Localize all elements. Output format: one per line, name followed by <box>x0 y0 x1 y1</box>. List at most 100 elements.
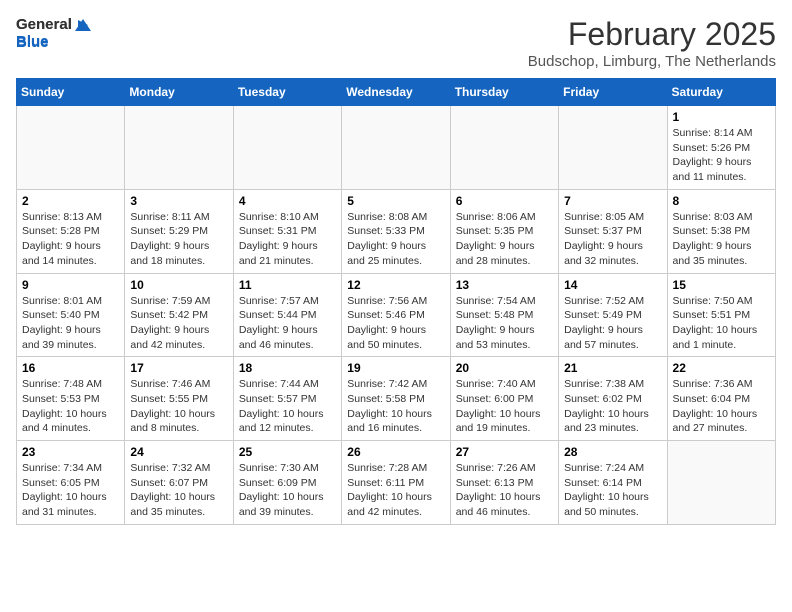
logo-blue: Blue <box>16 33 91 50</box>
calendar-day-cell <box>233 106 341 190</box>
calendar-day-cell: 4 Sunrise: 8:10 AM Sunset: 5:31 PM Daylig… <box>233 189 341 273</box>
calendar-day-cell <box>125 106 233 190</box>
calendar-day-cell <box>559 106 667 190</box>
calendar-table: SundayMondayTuesdayWednesdayThursdayFrid… <box>16 78 776 525</box>
calendar-day-cell: 5 Sunrise: 8:08 AM Sunset: 5:33 PM Daylig… <box>342 189 450 273</box>
day-info: Sunrise: 7:52 AM Sunset: 5:49 PM Dayligh… <box>564 294 661 353</box>
day-number: 18 <box>239 361 336 375</box>
day-info: Sunrise: 7:48 AM Sunset: 5:53 PM Dayligh… <box>22 377 119 436</box>
calendar-day-cell: 10Sunrise: 7:59 AM Sunset: 5:42 PM Dayli… <box>125 273 233 357</box>
day-info: Sunrise: 7:34 AM Sunset: 6:05 PM Dayligh… <box>22 461 119 520</box>
day-info: Sunrise: 7:50 AM Sunset: 5:51 PM Dayligh… <box>673 294 770 353</box>
day-info: Sunrise: 7:42 AM Sunset: 5:58 PM Dayligh… <box>347 377 444 436</box>
day-info: Sunrise: 8:01 AM Sunset: 5:40 PM Dayligh… <box>22 294 119 353</box>
calendar-day-cell: 23 Sunrise: 7:34 AM Sunset: 6:05 PM Dayli… <box>17 441 125 525</box>
calendar-day-cell <box>450 106 558 190</box>
day-info: Sunrise: 7:32 AM Sunset: 6:07 PM Dayligh… <box>130 461 227 520</box>
calendar-week-row: 16 Sunrise: 7:48 AM Sunset: 5:53 PM Dayli… <box>17 357 776 441</box>
day-number: 28 <box>564 445 661 459</box>
weekday-header-cell: Tuesday <box>233 79 341 106</box>
logo-text-block: General Blue <box>16 16 91 51</box>
day-number: 17 <box>130 361 227 375</box>
day-number: 5 <box>347 194 444 208</box>
day-info: Sunrise: 7:40 AM Sunset: 6:00 PM Dayligh… <box>456 377 553 436</box>
calendar-day-cell: 15 Sunrise: 7:50 AM Sunset: 5:51 PM Dayli… <box>667 273 775 357</box>
day-number: 8 <box>673 194 770 208</box>
calendar-week-row: 23 Sunrise: 7:34 AM Sunset: 6:05 PM Dayli… <box>17 441 776 525</box>
weekday-header-cell: Thursday <box>450 79 558 106</box>
day-info: Sunrise: 7:54 AM Sunset: 5:48 PM Dayligh… <box>456 294 553 353</box>
day-number: 12 <box>347 278 444 292</box>
calendar-day-cell: 12 Sunrise: 7:56 AM Sunset: 5:46 PM Dayli… <box>342 273 450 357</box>
day-number: 7 <box>564 194 661 208</box>
day-number: 2 <box>22 194 119 208</box>
day-number: 3 <box>130 194 227 208</box>
day-info: Sunrise: 8:06 AM Sunset: 5:35 PM Dayligh… <box>456 210 553 269</box>
calendar-day-cell: 14 Sunrise: 7:52 AM Sunset: 5:49 PM Dayli… <box>559 273 667 357</box>
day-info: Sunrise: 8:11 AM Sunset: 5:29 PM Dayligh… <box>130 210 227 269</box>
calendar-day-cell: 28 Sunrise: 7:24 AM Sunset: 6:14 PM Dayli… <box>559 441 667 525</box>
day-info: Sunrise: 8:10 AM Sunset: 5:31 PM Dayligh… <box>239 210 336 269</box>
calendar-week-row: 1 Sunrise: 8:14 AM Sunset: 5:26 PM Daylig… <box>17 106 776 190</box>
day-number: 6 <box>456 194 553 208</box>
day-info: Sunrise: 7:28 AM Sunset: 6:11 PM Dayligh… <box>347 461 444 520</box>
weekday-header-cell: Wednesday <box>342 79 450 106</box>
day-info: Sunrise: 8:14 AM Sunset: 5:26 PM Dayligh… <box>673 126 770 185</box>
calendar-day-cell: 19 Sunrise: 7:42 AM Sunset: 5:58 PM Dayli… <box>342 357 450 441</box>
weekday-header-cell: Friday <box>559 79 667 106</box>
title-block: February 2025 Budschop, Limburg, The Net… <box>528 16 776 70</box>
calendar-day-cell: 13 Sunrise: 7:54 AM Sunset: 5:48 PM Dayli… <box>450 273 558 357</box>
day-info: Sunrise: 7:57 AM Sunset: 5:44 PM Dayligh… <box>239 294 336 353</box>
calendar-day-cell: 16 Sunrise: 7:48 AM Sunset: 5:53 PM Dayli… <box>17 357 125 441</box>
day-info: Sunrise: 7:30 AM Sunset: 6:09 PM Dayligh… <box>239 461 336 520</box>
day-number: 9 <box>22 278 119 292</box>
calendar-day-cell <box>342 106 450 190</box>
day-number: 27 <box>456 445 553 459</box>
day-number: 15 <box>673 278 770 292</box>
day-number: 14 <box>564 278 661 292</box>
weekday-header-cell: Saturday <box>667 79 775 106</box>
day-number: 24 <box>130 445 227 459</box>
day-number: 4 <box>239 194 336 208</box>
day-info: Sunrise: 8:03 AM Sunset: 5:38 PM Dayligh… <box>673 210 770 269</box>
calendar-day-cell: 18Sunrise: 7:44 AM Sunset: 5:57 PM Dayli… <box>233 357 341 441</box>
calendar-day-cell: 26 Sunrise: 7:28 AM Sunset: 6:11 PM Dayli… <box>342 441 450 525</box>
day-info: Sunrise: 8:13 AM Sunset: 5:28 PM Dayligh… <box>22 210 119 269</box>
calendar-body: 1 Sunrise: 8:14 AM Sunset: 5:26 PM Daylig… <box>17 106 776 525</box>
calendar-day-cell: 11Sunrise: 7:57 AM Sunset: 5:44 PM Dayli… <box>233 273 341 357</box>
calendar-day-cell: 17Sunrise: 7:46 AM Sunset: 5:55 PM Dayli… <box>125 357 233 441</box>
day-number: 20 <box>456 361 553 375</box>
day-info: Sunrise: 7:26 AM Sunset: 6:13 PM Dayligh… <box>456 461 553 520</box>
page-header: General Blue February 2025 Budschop, Lim… <box>16 16 776 70</box>
day-info: Sunrise: 7:24 AM Sunset: 6:14 PM Dayligh… <box>564 461 661 520</box>
calendar-day-cell: 21 Sunrise: 7:38 AM Sunset: 6:02 PM Dayli… <box>559 357 667 441</box>
calendar-day-cell <box>17 106 125 190</box>
calendar-day-cell: 9 Sunrise: 8:01 AM Sunset: 5:40 PM Daylig… <box>17 273 125 357</box>
day-number: 21 <box>564 361 661 375</box>
day-number: 22 <box>673 361 770 375</box>
calendar-day-cell: 6 Sunrise: 8:06 AM Sunset: 5:35 PM Daylig… <box>450 189 558 273</box>
day-number: 23 <box>22 445 119 459</box>
calendar-day-cell: 7 Sunrise: 8:05 AM Sunset: 5:37 PM Daylig… <box>559 189 667 273</box>
day-number: 16 <box>22 361 119 375</box>
day-number: 1 <box>673 110 770 124</box>
day-info: Sunrise: 7:36 AM Sunset: 6:04 PM Dayligh… <box>673 377 770 436</box>
day-number: 10 <box>130 278 227 292</box>
day-info: Sunrise: 8:08 AM Sunset: 5:33 PM Dayligh… <box>347 210 444 269</box>
calendar-day-cell: 3 Sunrise: 8:11 AM Sunset: 5:29 PM Daylig… <box>125 189 233 273</box>
weekday-header-cell: Sunday <box>17 79 125 106</box>
day-number: 26 <box>347 445 444 459</box>
calendar-day-cell: 22 Sunrise: 7:36 AM Sunset: 6:04 PM Dayli… <box>667 357 775 441</box>
day-number: 13 <box>456 278 553 292</box>
day-info: Sunrise: 7:56 AM Sunset: 5:46 PM Dayligh… <box>347 294 444 353</box>
day-info: Sunrise: 7:38 AM Sunset: 6:02 PM Dayligh… <box>564 377 661 436</box>
calendar-day-cell: 1 Sunrise: 8:14 AM Sunset: 5:26 PM Daylig… <box>667 106 775 190</box>
day-info: Sunrise: 8:05 AM Sunset: 5:37 PM Dayligh… <box>564 210 661 269</box>
calendar-day-cell: 8 Sunrise: 8:03 AM Sunset: 5:38 PM Daylig… <box>667 189 775 273</box>
month-title: February 2025 <box>528 16 776 53</box>
weekday-header-row: SundayMondayTuesdayWednesdayThursdayFrid… <box>17 79 776 106</box>
calendar-day-cell: 2 Sunrise: 8:13 AM Sunset: 5:28 PM Daylig… <box>17 189 125 273</box>
calendar-week-row: 2 Sunrise: 8:13 AM Sunset: 5:28 PM Daylig… <box>17 189 776 273</box>
calendar-day-cell <box>667 441 775 525</box>
day-number: 19 <box>347 361 444 375</box>
